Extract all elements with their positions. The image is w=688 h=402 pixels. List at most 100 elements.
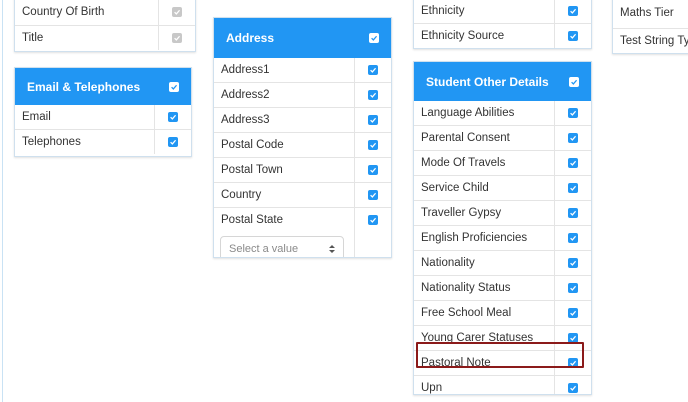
field-row-traveller-gypsy: Traveller Gypsy — [414, 201, 591, 226]
field-label: Parental Consent — [414, 126, 555, 150]
field-checkbox[interactable] — [172, 7, 182, 17]
field-label: Country — [214, 183, 355, 207]
field-checkbox[interactable] — [568, 233, 578, 243]
check-icon — [570, 160, 577, 166]
field-row-country-of-birth: Country Of Birth — [15, 0, 195, 26]
field-checkbox[interactable] — [568, 5, 578, 16]
field-checkbox-cell — [555, 276, 591, 300]
field-label: Upn — [414, 376, 555, 394]
field-checkbox[interactable] — [368, 215, 378, 225]
field-checkbox[interactable] — [368, 90, 378, 100]
field-checkbox[interactable] — [568, 108, 578, 118]
field-checkbox[interactable] — [168, 137, 178, 147]
field-label: Mode Of Travels — [414, 151, 555, 175]
check-icon — [370, 167, 377, 173]
field-label: Telephones — [15, 130, 155, 154]
field-row-language-abilities: Language Abilities — [414, 101, 591, 126]
select-all-checkbox[interactable] — [169, 81, 179, 92]
field-row-test-string-type: Test String Typ — [613, 29, 688, 53]
field-checkbox-cell — [355, 133, 391, 157]
field-checkbox-cell — [555, 376, 591, 394]
field-row-country: Country — [214, 183, 391, 208]
field-checkbox-cell — [355, 83, 391, 107]
check-icon — [570, 385, 577, 391]
field-checkbox-cell — [555, 126, 591, 150]
check-icon — [570, 310, 577, 316]
field-checkbox-cell — [555, 201, 591, 225]
field-checkbox[interactable] — [568, 308, 578, 318]
field-label: Country Of Birth — [15, 0, 159, 25]
field-checkbox[interactable] — [172, 33, 182, 43]
card-title: Address — [226, 31, 275, 45]
check-icon — [570, 33, 577, 39]
field-row-nationality: Nationality — [414, 251, 591, 276]
check-icon — [370, 67, 377, 73]
field-checkbox[interactable] — [568, 31, 578, 41]
field-label: Maths Tier — [620, 7, 674, 19]
card-title: Student Other Details — [426, 74, 549, 89]
field-label: Language Abilities — [414, 101, 555, 125]
field-label: Address3 — [214, 108, 355, 132]
personal-details-card: Country Of Birth Title — [14, 0, 196, 52]
field-checkbox-cell — [355, 108, 391, 132]
field-label: Free School Meal — [414, 301, 555, 325]
field-row-postal-town: Postal Town — [214, 158, 391, 183]
field-label: Title — [15, 26, 159, 50]
field-label: Postal Code — [214, 133, 355, 157]
field-checkbox[interactable] — [568, 283, 578, 293]
check-icon — [570, 235, 577, 241]
check-icon — [570, 110, 577, 116]
field-row-address2: Address2 — [214, 83, 391, 108]
check-icon — [370, 217, 377, 223]
field-checkbox[interactable] — [568, 383, 578, 393]
card-header: Address — [214, 18, 391, 58]
sort-arrows-icon — [329, 245, 335, 253]
field-label: Service Child — [414, 176, 555, 200]
field-checkbox-cell — [555, 101, 591, 125]
check-icon — [174, 35, 181, 41]
field-label: Address1 — [214, 58, 355, 82]
field-row-nationality-status: Nationality Status — [414, 276, 591, 301]
field-label: Address2 — [214, 83, 355, 107]
field-checkbox-cell — [355, 183, 391, 207]
field-row-email: Email — [15, 105, 191, 130]
check-icon — [170, 114, 177, 120]
postal-state-select[interactable]: Select a value — [220, 236, 344, 257]
page-left-border — [2, 0, 3, 402]
field-checkbox-cell — [355, 208, 391, 232]
select-all-checkbox[interactable] — [369, 33, 379, 43]
field-checkbox[interactable] — [568, 208, 578, 218]
field-checkbox[interactable] — [568, 133, 578, 143]
field-row-upn: Upn — [414, 376, 591, 394]
field-label: English Proficiencies — [414, 226, 555, 250]
field-row-postal-code: Postal Code — [214, 133, 391, 158]
check-icon — [370, 192, 377, 198]
pastoral-note-highlight — [416, 342, 584, 368]
email-telephones-card: Email & Telephones Email Telephones — [14, 67, 192, 157]
field-checkbox[interactable] — [368, 115, 378, 125]
field-checkbox[interactable] — [568, 183, 578, 193]
field-checkbox[interactable] — [168, 112, 178, 122]
assessment-card: Maths Tier Test String Typ — [612, 0, 688, 54]
field-checkbox-cell — [555, 251, 591, 275]
field-label: Nationality Status — [414, 276, 555, 300]
field-checkbox[interactable] — [368, 65, 378, 75]
check-icon — [174, 9, 181, 15]
address-card: Address Address1 Address2 Address3 Postal C… — [213, 17, 392, 258]
select-all-checkbox[interactable] — [569, 76, 579, 87]
field-checkbox-cell — [555, 151, 591, 175]
check-icon — [371, 35, 378, 41]
field-row-ethnicity: Ethnicity — [414, 0, 591, 24]
field-checkbox[interactable] — [368, 140, 378, 150]
field-checkbox[interactable] — [368, 165, 378, 175]
field-checkbox-cell — [355, 58, 391, 82]
field-row-postal-state: Postal State — [214, 208, 391, 232]
field-label: Email — [15, 105, 155, 129]
field-checkbox[interactable] — [568, 258, 578, 268]
field-row-title: Title — [15, 26, 195, 50]
field-checkbox[interactable] — [368, 190, 378, 200]
ethnicity-card: Ethnicity Ethnicity Source — [413, 0, 592, 49]
check-icon — [570, 210, 577, 216]
field-checkbox[interactable] — [568, 158, 578, 168]
field-row-parental-consent: Parental Consent — [414, 126, 591, 151]
